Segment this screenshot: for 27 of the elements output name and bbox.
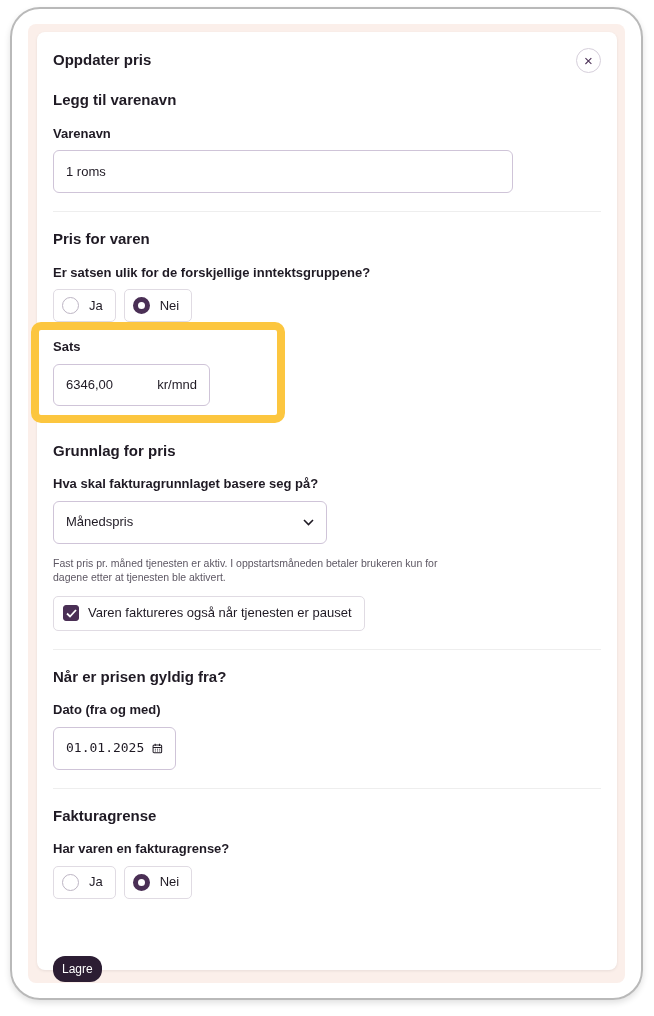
unit-label: kr/mnd [157,375,197,394]
field-label: Dato (fra og med) [53,701,161,719]
save-button[interactable]: Lagre [53,955,102,982]
field-label: Varenavn [53,124,111,143]
chevron-down-icon [303,518,314,526]
text-field[interactable]: 1 roms [53,150,513,193]
radio-option[interactable]: Ja [53,865,116,899]
dialog-title: Oppdater pris [53,50,152,71]
checkbox-option[interactable]: Varen faktureres også når tjenesten er pauset [53,595,365,631]
select-field[interactable]: Månedspris [53,500,327,544]
radio-option[interactable]: Nei [123,289,193,322]
section-heading: Når er prisen gyldig fra? [53,666,228,687]
section-heading: Fakturagrense [53,805,158,826]
close-button[interactable]: × [576,48,601,73]
field-label: Hva skal fakturagrunnlaget basere seg på? [53,475,319,493]
section-heading: Pris for varen [53,229,151,249]
field-label: Er satsen ulik for de forskjellige inntektsgruppene? [53,263,371,282]
section-heading: Grunnlag for pris [53,440,177,461]
help-text: Fast pris pr. måned tjenesten er aktiv. I oppstartsmåneden betaler brukeren kun for dagene etter at tjenesten ble aktivert. [53,555,439,584]
radio-option[interactable]: Nei [123,865,193,899]
field-label: Har varen en fakturagrense? [53,840,230,858]
section-heading: Legg til varenavn [53,90,178,110]
radio-option[interactable]: Ja [53,289,116,322]
date-field[interactable]: 01.01.2025 [53,726,176,770]
amount-field[interactable]: 6346,00 kr/mnd [53,363,210,406]
field-label: Sats [53,338,81,356]
checkmark-icon [65,608,77,618]
